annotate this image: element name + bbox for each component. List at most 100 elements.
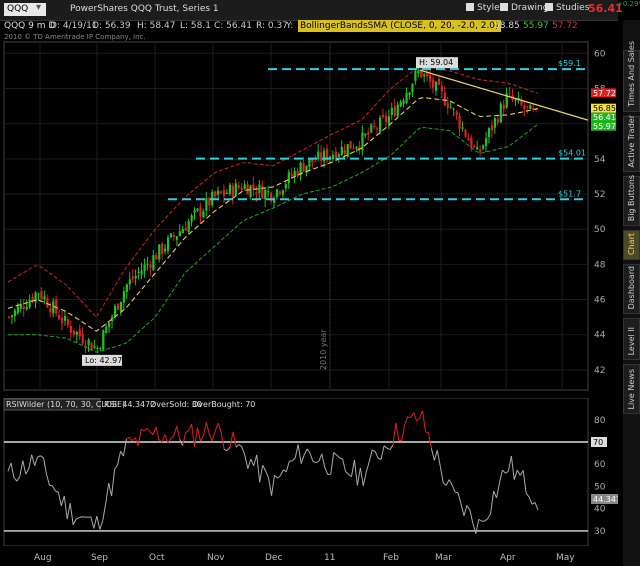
candle-body [25, 307, 28, 310]
candle-body [63, 316, 67, 321]
rsi-badge-value-label: 44.347 [593, 495, 618, 504]
studies-button[interactable]: Studies [545, 3, 589, 13]
bollinger-middle-band [7, 97, 539, 332]
candle-body [331, 154, 335, 160]
rsi-segment [200, 435, 204, 442]
rsi-segment [16, 476, 21, 482]
rsi-segment [43, 457, 47, 475]
candle-body [78, 329, 81, 337]
candle-body [432, 79, 435, 88]
candle-body [487, 127, 491, 138]
side-tab-live-news[interactable]: Live News [623, 364, 640, 414]
rsi-segment [205, 422, 210, 435]
candle-body [364, 133, 367, 136]
candle-body [228, 184, 232, 194]
candle-body [252, 184, 255, 190]
candle-body [222, 190, 226, 196]
rsi-segment [472, 523, 477, 534]
rsi-segment [353, 459, 358, 486]
chart-toolbar: QQQ ▾ PowerShares QQQ Trust, Series 1 St… [0, 0, 623, 21]
candle-body [193, 210, 196, 213]
rsi-segment [146, 427, 151, 433]
side-tab-label: Big Buttons [627, 174, 636, 221]
candle-body [526, 106, 529, 108]
candle-body [508, 93, 511, 95]
candle-body [264, 189, 267, 200]
rsi-segment [197, 427, 201, 442]
candle-body [46, 298, 49, 308]
rsi-segment [496, 482, 500, 498]
candle-body [452, 108, 455, 110]
candle-body [302, 162, 305, 172]
candle-body [443, 92, 446, 106]
candle-body [111, 316, 114, 322]
rsi-segment [31, 454, 36, 466]
rsi-segment [534, 502, 539, 511]
candle-body [158, 244, 161, 260]
candle-body [240, 187, 243, 190]
rsi-segment [330, 452, 335, 475]
rsi-value-label: RSI: 44.3472 [104, 400, 155, 409]
studies-icon [545, 3, 553, 11]
side-tab-chart[interactable]: Chart [623, 230, 640, 260]
rsi-segment [247, 458, 252, 469]
side-tab-active-trader[interactable]: Active Trader [623, 115, 640, 172]
side-tab-times-and-sales[interactable]: Times And Sales [623, 41, 640, 112]
rsi-tick-label: 80 [594, 416, 606, 426]
candle-body [37, 293, 40, 295]
candle-body [514, 99, 517, 101]
candle-body [199, 207, 202, 217]
rsi-chart[interactable]: RSIWilder (10, 70, 30, CLOSE)RSI: 44.347… [0, 398, 618, 546]
rsi-segment [126, 436, 130, 440]
rsi-segment [318, 453, 323, 462]
side-tab-label: Chart [627, 233, 636, 255]
candle-body [361, 132, 364, 151]
candle-body [225, 192, 229, 194]
rsi-segment [345, 471, 349, 475]
search-icon[interactable]: ▾ [36, 2, 41, 13]
rsi-segment [25, 468, 30, 475]
quote-header[interactable]: QQQ 9 m D [4, 21, 55, 31]
candle-body [493, 118, 497, 128]
style-button[interactable]: Style [466, 3, 500, 13]
rsi-segment [114, 464, 118, 470]
price-chart[interactable]: 605856545250484644422010 year$59.1$54.01… [0, 40, 618, 395]
candle-body [102, 330, 105, 351]
rsi-segment [191, 423, 196, 448]
support-level-54-label: $54.01 [558, 149, 586, 158]
rsi-segment [262, 464, 267, 472]
side-tab-dashboard[interactable]: Dashboard [623, 264, 640, 314]
band-lower-value: 57.72 [552, 21, 578, 31]
candle-body [58, 314, 61, 320]
rsi-segment [425, 431, 429, 433]
rsi-tick-label: 50 [594, 482, 606, 492]
rsi-segment [149, 431, 154, 436]
rsi-segment [66, 503, 71, 520]
candle-body [16, 306, 20, 314]
candle-body [390, 107, 393, 115]
candle-body [167, 237, 170, 251]
candle-body [196, 208, 199, 211]
rsi-segment [413, 412, 418, 421]
candle-body [529, 105, 532, 109]
candle-body [340, 146, 343, 156]
candle-body [352, 148, 355, 150]
side-tab-strip: Times And Sales Active Trader Big Buttons C… [623, 20, 640, 566]
bollinger-study-label[interactable]: BollingerBandsSMA (CLOSE, 0, 20, -2.0, 2… [298, 20, 501, 32]
side-tab-big-buttons[interactable]: Big Buttons [623, 174, 640, 226]
candle-body [61, 317, 64, 323]
badge-lower-label: 55.97 [593, 122, 616, 131]
quote-close: C: 56.41 [214, 21, 252, 31]
candle-body [437, 78, 441, 85]
rsi-segment [315, 460, 320, 464]
candle-body [523, 105, 526, 109]
rsi-segment [283, 469, 287, 473]
rsi-segment [140, 428, 145, 432]
candle-body [293, 170, 296, 177]
rsi-segment [348, 473, 352, 478]
side-tab-level-ii[interactable]: Level II [623, 318, 640, 360]
rsi-segment [63, 495, 68, 520]
badge-last-label: 56.41 [593, 113, 616, 122]
candle-body [396, 104, 399, 117]
style-label: Style [477, 3, 500, 13]
